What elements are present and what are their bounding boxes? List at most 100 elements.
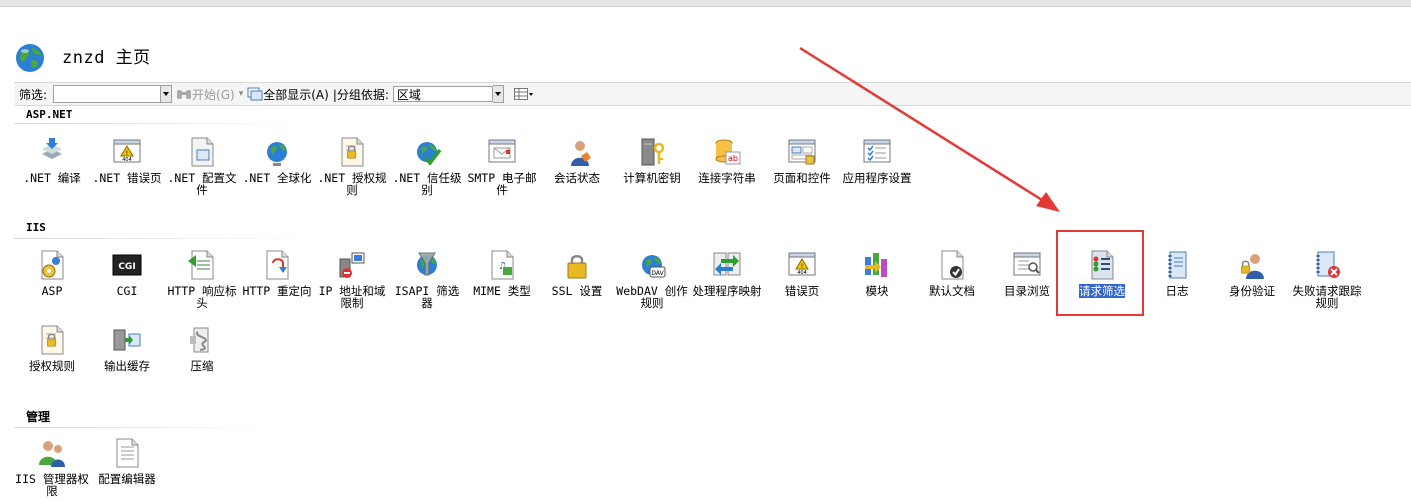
feature-failed-request-tracing[interactable]: 失败请求跟踪规则 [1289,243,1365,313]
feature-label: 默认文档 [914,285,990,297]
filter-input[interactable] [53,85,162,103]
feature-label-text: CGI [116,284,138,298]
start-filter-label: 开始(G) [192,87,235,102]
feature-label-text: 目录浏览 [1004,284,1050,298]
feature-label: 目录浏览 [989,285,1065,297]
feature-webdav[interactable]: DAV WebDAV 创作规则 [614,243,690,313]
failed-request-tracing-icon [1311,249,1343,281]
feature-compression[interactable]: 压缩 [164,318,240,388]
feature-label: 输出缓存 [89,360,165,372]
feature-connection-string[interactable]: ab 连接字符串 [689,130,765,200]
feature-label-text: 连接字符串 [698,171,756,185]
feature-isapi-filter[interactable]: ISAPI 筛选器 [389,243,465,313]
feature-label: IP 地址和域限制 [314,285,390,309]
smtp-email-icon [486,136,518,168]
feature-label-text: MIME 类型 [473,284,531,298]
feature-label-text: .NET 错误页 [92,171,162,185]
feature-label-text: 配置编辑器 [98,472,156,486]
feature-error-page[interactable]: ! 404 错误页 [764,243,840,313]
net-compile-icon [36,136,68,168]
section-divider [14,427,274,428]
feature-label: 身份验证 [1214,285,1290,297]
handler-mapping-icon [711,249,743,281]
feature-label-text: HTTP 重定向 [242,284,312,298]
feature-machine-key[interactable]: 计算机密钥 [614,130,690,200]
default-document-icon [936,249,968,281]
pages-controls-icon [786,136,818,168]
feature-label-text: 应用程序设置 [842,171,912,185]
feature-label: 会话状态 [539,172,615,184]
configuration-editor-icon [111,437,143,469]
filter-dropdown-button[interactable] [161,85,173,103]
window-top-bar [0,0,1411,7]
feature-app-settings[interactable]: 应用程序设置 [839,130,915,200]
feature-handler-mapping[interactable]: 处理程序映射 [689,243,765,313]
feature-authentication[interactable]: 身份验证 [1214,243,1290,313]
feature-authorization-rules[interactable]: 授权规则 [14,318,90,388]
feature-configuration-editor[interactable]: 配置编辑器 [89,431,165,501]
cgi-icon: CGI [111,249,143,281]
feature-label-text: .NET 配置文件 [167,171,237,197]
filter-toolbar: 筛选: 开始(G) ▾ 全部显示(A) |分组依据: 区域 [14,82,1411,106]
feature-pages-controls[interactable]: 页面和控件 [764,130,840,200]
feature-ip-restrictions[interactable]: IP 地址和域限制 [314,243,390,313]
dropdown-arrow-icon[interactable]: ▾ [239,89,244,99]
start-filter-button[interactable]: 开始(G) [176,86,235,103]
feature-label: .NET 错误页 [89,172,165,184]
feature-mime-type[interactable]: ♫ MIME 类型 [464,243,540,313]
feature-label-text: 页面和控件 [773,171,831,185]
feature-directory-browsing[interactable]: 目录浏览 [989,243,1065,313]
group-by-select[interactable]: 区域 [392,86,493,102]
authentication-icon [1236,249,1268,281]
mime-type-icon: ♫ [486,249,518,281]
feature-label-text: IP 地址和域限制 [318,284,386,310]
feature-label: 错误页 [764,285,840,297]
logging-icon [1161,249,1193,281]
feature-net-trust[interactable]: .NET 信任级别 [389,130,465,200]
feature-net-compile[interactable]: .NET 编译 [14,130,90,200]
feature-label: .NET 配置文件 [164,172,240,196]
view-mode-button[interactable] [513,87,534,101]
feature-net-error-page[interactable]: ! 404 .NET 错误页 [89,130,165,200]
feature-label: HTTP 重定向 [239,285,315,297]
feature-net-profile[interactable]: .NET 配置文件 [164,130,240,200]
feature-cgi[interactable]: CGI CGI [89,243,165,313]
authorization-rules-icon [36,324,68,356]
group-by-dropdown-button[interactable] [492,85,504,103]
feature-default-document[interactable]: 默认文档 [914,243,990,313]
feature-http-headers[interactable]: HTTP 响应标头 [164,243,240,313]
feature-modules[interactable]: 模块 [839,243,915,313]
compression-icon [186,324,218,356]
http-headers-icon [186,249,218,281]
feature-net-globalization[interactable]: .NET 全球化 [239,130,315,200]
feature-http-redirect[interactable]: HTTP 重定向 [239,243,315,313]
net-error-page-icon: ! 404 [111,136,143,168]
feature-output-cache[interactable]: 输出缓存 [89,318,165,388]
isapi-filter-icon [411,249,443,281]
feature-smtp-email[interactable]: SMTP 电子邮件 [464,130,540,200]
feature-label: 处理程序映射 [689,285,765,297]
view-grid-icon [513,88,533,100]
feature-logging[interactable]: 日志 [1139,243,1215,313]
feature-label-text: 日志 [1165,284,1189,298]
binoculars-icon [177,90,192,99]
feature-label-text: SMTP 电子邮件 [467,171,537,197]
net-globalization-icon [261,136,293,168]
iis-manager-permissions-icon [36,437,68,469]
feature-label: SMTP 电子邮件 [464,172,540,196]
net-trust-icon [411,136,443,168]
section-title-management: 管理 [26,410,51,424]
show-all-label: 全部显示(A) [263,87,329,102]
show-all-button[interactable]: 全部显示(A) [247,86,329,103]
svg-text:!: ! [801,263,803,270]
feature-iis-manager-permissions[interactable]: IIS 管理器权限 [14,431,90,501]
feature-session-state[interactable]: 会话状态 [539,130,615,200]
feature-label-text: 身份验证 [1229,284,1275,298]
feature-ssl-lock[interactable]: SSL 设置 [539,243,615,313]
feature-label-text: .NET 全球化 [242,171,312,185]
section-divider [14,238,314,239]
feature-asp[interactable]: ASP [14,243,90,313]
feature-net-authorization[interactable]: .NET 授权规则 [314,130,390,200]
ip-restrictions-icon [336,249,368,281]
section-title-aspnet: ASP.NET [26,108,73,121]
